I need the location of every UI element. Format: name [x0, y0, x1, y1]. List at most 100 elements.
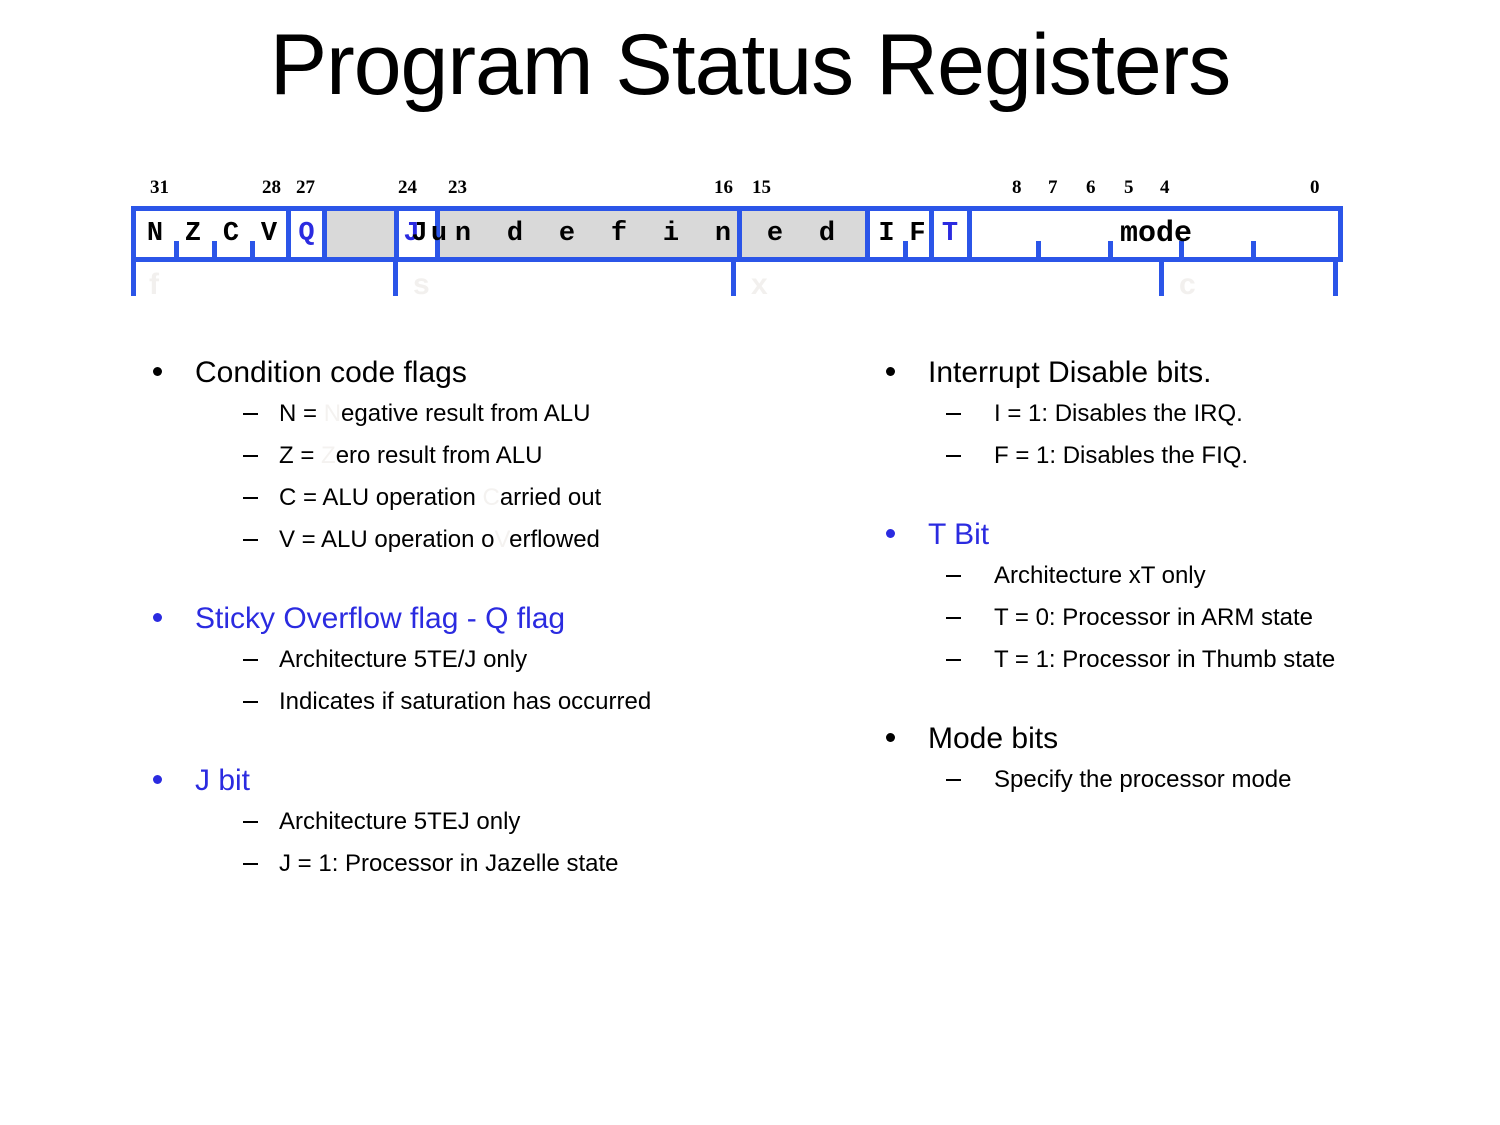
sub-bullet-text-tail: arried out	[499, 484, 602, 511]
content-block: Mode bits Specify the processor mode	[878, 724, 1498, 792]
bit-number-0: 0	[1310, 177, 1320, 198]
bit-number-5: 5	[1124, 177, 1134, 198]
content-block: T Bit Architecture xT only T = 0: Processo…	[878, 520, 1498, 672]
bullet-dot-icon	[886, 733, 895, 742]
bit-label-n-flag: N	[146, 219, 164, 249]
dash-bullet-icon	[946, 659, 961, 661]
sub-bullet-item: Architecture 5TE/J only	[145, 648, 875, 672]
sub-bullet-highlight-letter: Z	[321, 442, 336, 469]
bit-label-v-flag: V	[260, 219, 278, 249]
sub-bullet-text: T = 0: Processor in ARM state	[994, 604, 1314, 631]
undefined-letter-4: i	[662, 219, 680, 249]
bit-number-27: 27	[296, 177, 315, 198]
content-block: Sticky Overflow flag - Q flag Architectur…	[145, 604, 875, 714]
sub-bullet-text: Specify the processor mode	[994, 766, 1292, 793]
dash-bullet-icon	[243, 539, 258, 541]
dash-bullet-icon	[243, 863, 258, 865]
band-separator-s	[393, 262, 398, 296]
bullet-heading: Mode bits	[878, 724, 1498, 754]
dash-bullet-icon	[243, 497, 258, 499]
bit-label-z-flag: Z	[184, 219, 202, 249]
undefined-letter-2: e	[558, 219, 576, 249]
sub-bullet-text: C = ALU operation	[279, 484, 483, 511]
sub-bullet-text: T = 1: Processor in Thumb state	[994, 646, 1336, 673]
sub-bullet-item: T = 0: Processor in ARM state	[878, 606, 1498, 630]
sub-bullet-text: Architecture xT only	[994, 562, 1206, 589]
dash-bullet-icon	[946, 575, 961, 577]
bit-tick-3	[1036, 241, 1041, 257]
sub-bullet-item: Indicates if saturation has occurred	[145, 690, 875, 714]
sub-bullet-highlight-letter: V	[494, 526, 510, 553]
bit-label-c-flag: C	[222, 219, 240, 249]
bit-number-24: 24	[398, 177, 417, 198]
band-separator-end	[1333, 262, 1338, 296]
sub-bullet-text: Architecture 5TE/J only	[279, 646, 528, 673]
bullet-heading-label: Sticky Overflow flag - Q flag	[195, 602, 566, 635]
sub-bullet-text: J = 1: Processor in Jazelle state	[279, 850, 619, 877]
sub-bullet-text: V = ALU operation o	[279, 526, 495, 553]
bit-number-28: 28	[262, 177, 281, 198]
sub-bullet-item: Z = Zero result from ALU	[145, 444, 875, 468]
sub-bullet-item: Architecture xT only	[878, 564, 1498, 588]
sub-bullet-item: Specify the processor mode	[878, 768, 1498, 792]
undefined-letter-7: d	[818, 219, 836, 249]
dash-bullet-icon	[243, 455, 258, 457]
sub-bullet-highlight-letter: N	[323, 400, 342, 427]
sub-bullet-text: N =	[279, 400, 324, 427]
left-content-column: Condition code flags N = Negative result …	[145, 358, 875, 928]
sub-bullet-item: I = 1: Disables the IRQ.	[878, 402, 1498, 426]
bullet-heading: Interrupt Disable bits.	[878, 358, 1498, 388]
bullet-heading-label: Condition code flags	[195, 356, 467, 389]
bullet-heading-label: J bit	[195, 764, 251, 797]
band-label-x: x	[751, 268, 768, 301]
sub-bullet-highlight-letter: C	[482, 484, 500, 511]
bullet-heading: T Bit	[878, 520, 1498, 550]
sub-bullet-item: Architecture 5TEJ only	[145, 810, 875, 834]
bullet-heading: Sticky Overflow flag - Q flag	[145, 604, 875, 634]
undefined-letter-1: d	[506, 219, 524, 249]
dash-bullet-icon	[946, 779, 961, 781]
band-separator-f	[131, 262, 136, 296]
psr-register-diagram: 31 28 27 24 23 16 15 8 7 6 5 4 0 NZCVQJJundefinedIFT…	[131, 177, 1343, 301]
page-title: Program Status Registers	[269, 17, 1232, 113]
band-label-f: f	[149, 268, 159, 301]
dash-bullet-icon	[946, 413, 961, 415]
bullet-heading-label: Mode bits	[928, 722, 1059, 755]
bullet-heading-label: T Bit	[928, 518, 990, 551]
dash-bullet-icon	[243, 413, 258, 415]
dash-bullet-icon	[243, 701, 258, 703]
sub-bullet-text: Z =	[279, 442, 322, 469]
bit-number-6: 6	[1086, 177, 1096, 198]
dash-bullet-icon	[243, 659, 258, 661]
sub-bullet-text: F = 1: Disables the FIQ.	[994, 442, 1249, 469]
field-reserved-26-25	[325, 211, 397, 257]
content-block: Interrupt Disable bits. I = 1: Disables t…	[878, 358, 1498, 468]
band-separator-x	[731, 262, 736, 296]
right-content-column: Interrupt Disable bits. I = 1: Disables t…	[878, 358, 1498, 844]
bit-label-f-flag: F	[909, 219, 926, 249]
sub-bullet-item: J = 1: Processor in Jazelle state	[145, 852, 875, 876]
sub-bullet-text-tail: ero result from ALU	[335, 442, 543, 469]
field-group-band: fsxc	[131, 262, 1343, 301]
content-block: J bit Architecture 5TEJ only J = 1: Proces…	[145, 766, 875, 876]
bullet-heading: Condition code flags	[145, 358, 875, 388]
dash-bullet-icon	[243, 821, 258, 823]
sub-bullet-text-tail: egative result from ALU	[341, 400, 591, 427]
bit-number-23: 23	[448, 177, 467, 198]
sub-bullet-item: V = ALU operation oVerflowed	[145, 528, 875, 552]
content-block: Condition code flags N = Negative result …	[145, 358, 875, 552]
bullet-heading-label: Interrupt Disable bits.	[928, 356, 1212, 389]
bit-number-15: 15	[752, 177, 771, 198]
sub-bullet-text-tail: erflowed	[509, 526, 600, 553]
register-bitfield-row: N Z C V Q J Ju n d e f i n e d I F Tmode	[131, 206, 1343, 262]
band-label-c: c	[1179, 268, 1196, 301]
band-separator-c	[1159, 262, 1164, 296]
bit-label-i-flag: I	[878, 219, 895, 249]
sub-bullet-item: N = Negative result from ALU	[145, 402, 875, 426]
bit-number-16: 16	[714, 177, 733, 198]
bit-label-q-flag: Q	[298, 219, 315, 249]
sub-bullet-text: Architecture 5TEJ only	[279, 808, 521, 835]
dash-bullet-icon	[946, 455, 961, 457]
bit-number-31: 31	[150, 177, 169, 198]
sub-bullet-item: F = 1: Disables the FIQ.	[878, 444, 1498, 468]
